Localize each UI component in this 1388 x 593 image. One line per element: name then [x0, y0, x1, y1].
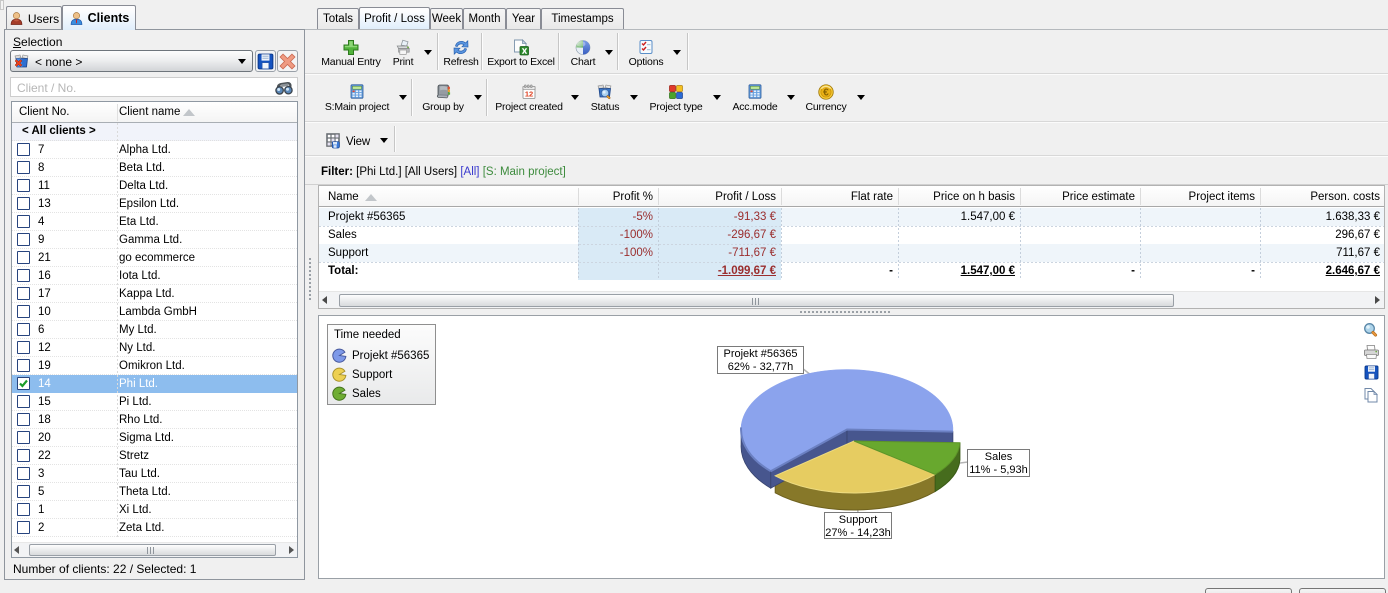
svg-text:12: 12: [525, 90, 533, 99]
svg-text:€: €: [823, 88, 829, 99]
